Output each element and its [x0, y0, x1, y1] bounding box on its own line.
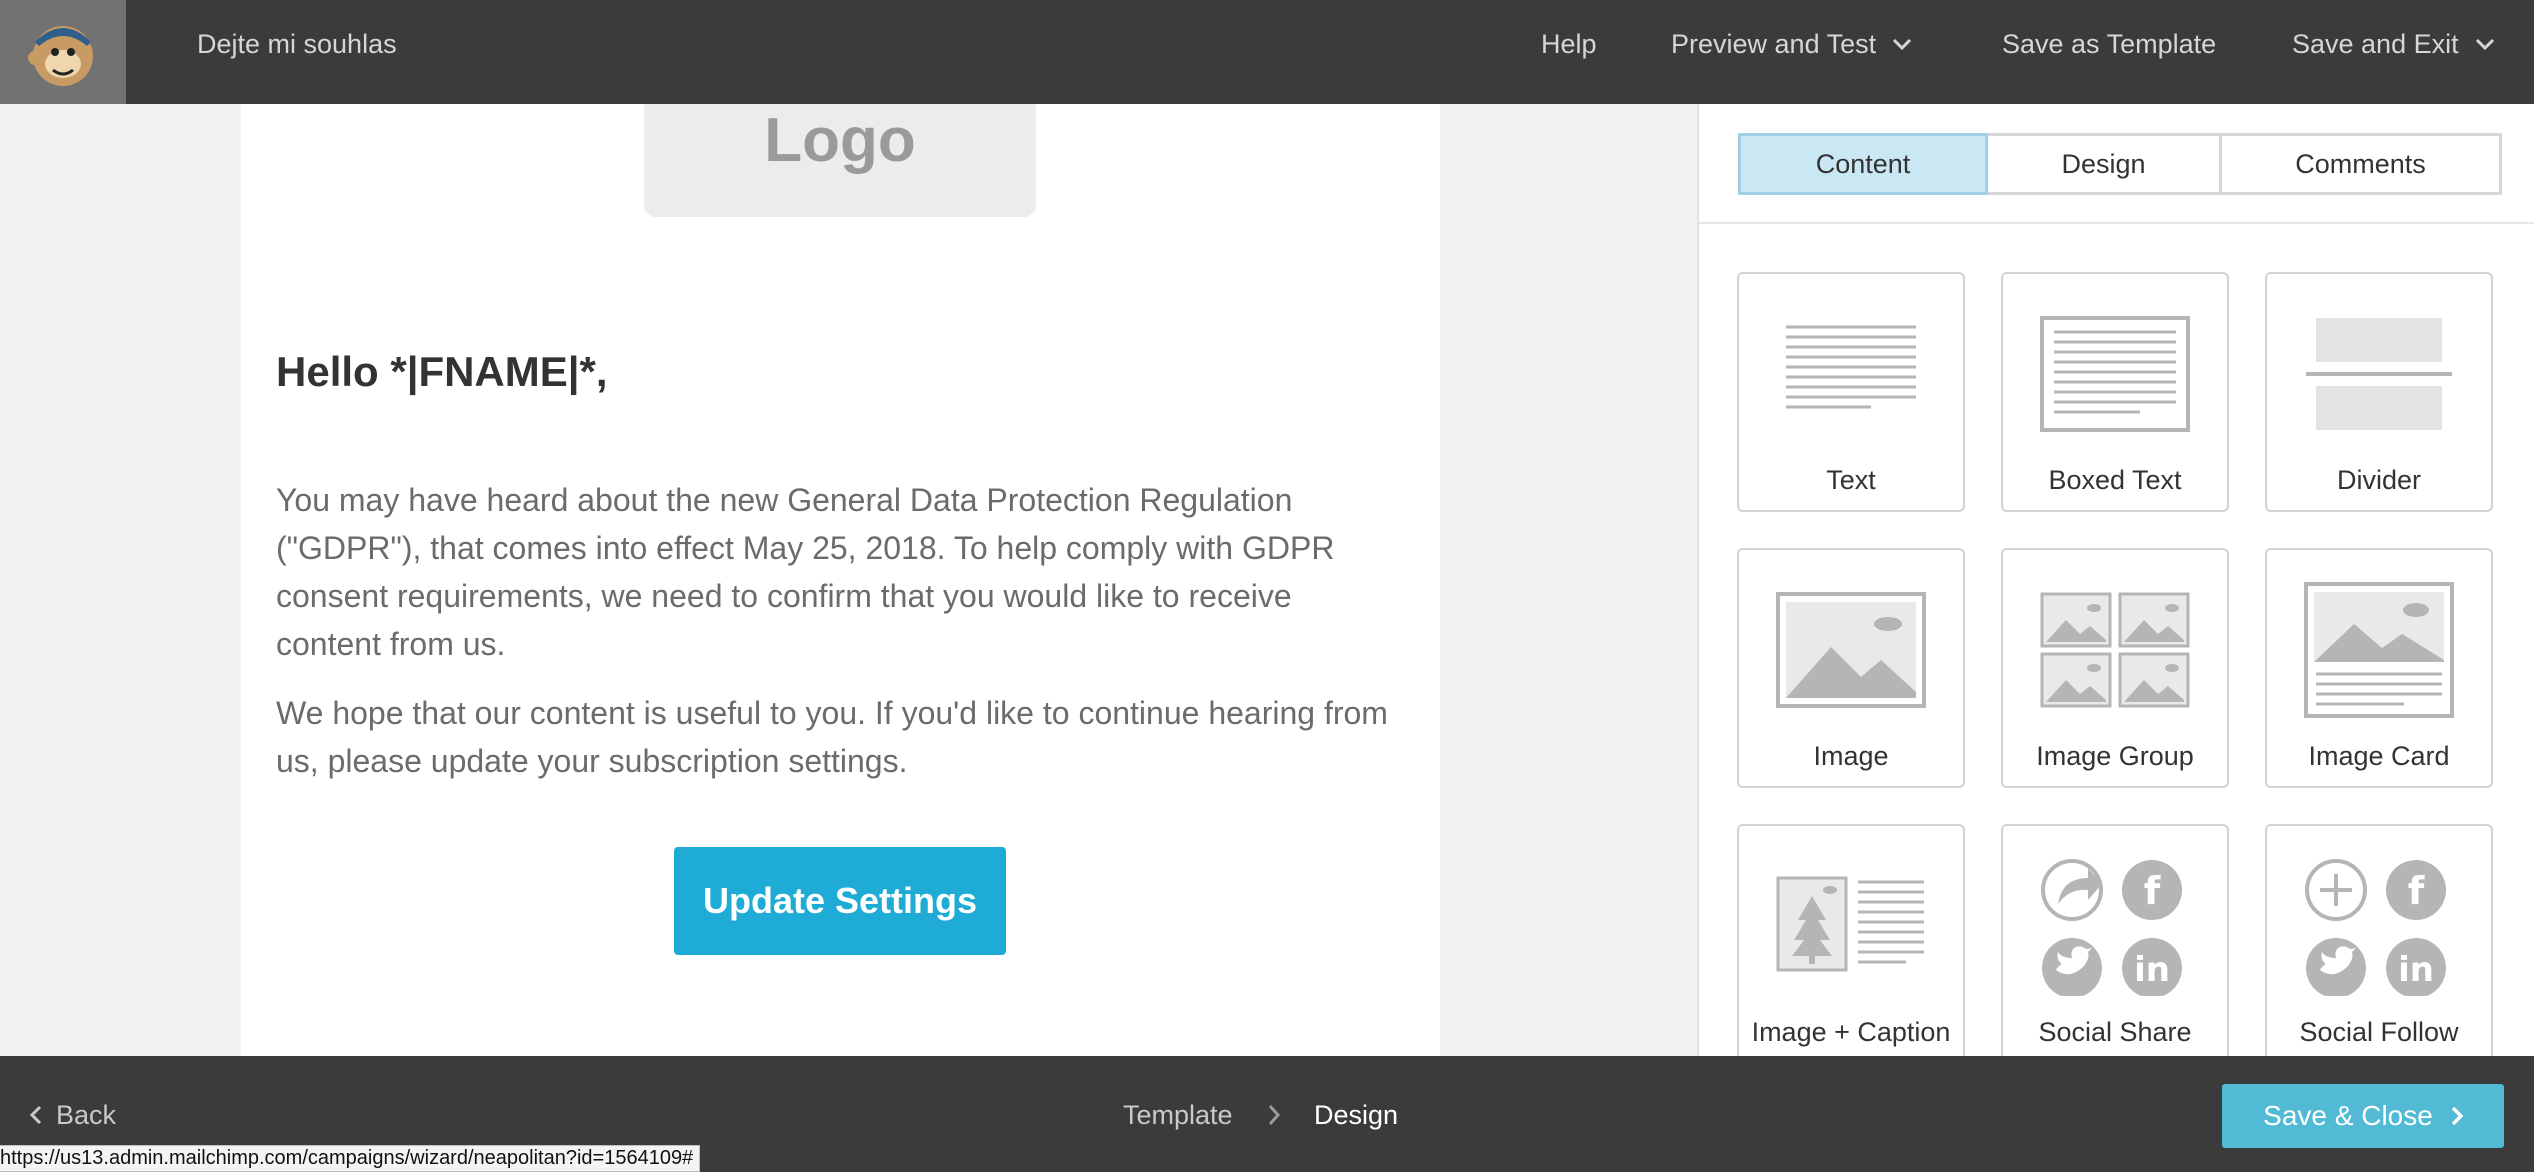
panel-divider [1699, 222, 2534, 224]
email-paragraph[interactable]: You may have heard about the new General… [276, 476, 1396, 668]
block-label: Boxed Text [2048, 465, 2182, 495]
email-paragraph[interactable]: We hope that our content is useful to yo… [276, 689, 1396, 785]
status-bar-url: https://us13.admin.mailchimp.com/campaig… [0, 1145, 701, 1172]
content-block-social-follow[interactable]: f in Social Follow [2265, 824, 2493, 1056]
image-card-block-icon [2267, 570, 2491, 730]
logo-placeholder[interactable]: Logo [644, 104, 1036, 217]
save-exit-label: Save and Exit [2292, 29, 2459, 59]
block-label: Social Follow [2299, 1017, 2459, 1047]
content-block-image-card[interactable]: Image Card [2265, 548, 2493, 788]
chevron-right-icon [1268, 1105, 1280, 1125]
divider-block-icon [2267, 294, 2491, 454]
svg-text:in: in [2398, 950, 2434, 990]
mailchimp-logo[interactable] [0, 0, 126, 104]
panel-tabs: Content Design Comments [1738, 133, 2502, 195]
breadcrumb-design: Design [1314, 1100, 1399, 1130]
tab-content[interactable]: Content [1738, 133, 1988, 195]
back-button[interactable]: Back [30, 1090, 116, 1140]
image-block-icon [1739, 570, 1963, 730]
svg-text:f: f [2144, 869, 2161, 913]
chevron-right-icon [2451, 1106, 2463, 1126]
content-block-text[interactable]: Text [1737, 272, 1965, 512]
campaign-title[interactable]: Dejte mi souhlas [197, 0, 397, 88]
content-block-divider[interactable]: Divider [2265, 272, 2493, 512]
email-canvas: Logo Hello *|FNAME|*, You may have heard… [0, 104, 1697, 1056]
image-caption-block-icon [1739, 846, 1963, 1006]
save-and-close-button[interactable]: Save & Close [2222, 1084, 2504, 1148]
chevron-left-icon [30, 1105, 42, 1125]
preview-label: Preview and Test [1671, 29, 1877, 59]
chevron-down-icon [2475, 38, 2494, 50]
content-block-image[interactable]: Image [1737, 548, 1965, 788]
save-close-label: Save & Close [2263, 1100, 2433, 1131]
svg-text:f: f [2408, 869, 2425, 913]
content-block-image-group[interactable]: Image Group [2001, 548, 2229, 788]
block-label: Divider [2336, 465, 2422, 495]
save-template-label: Save as Template [2002, 29, 2217, 59]
update-settings-button[interactable]: Update Settings [674, 847, 1006, 955]
save-and-exit-menu[interactable]: Save and Exit [2292, 0, 2495, 88]
content-panel: Content Design Comments Text Boxed Text … [1697, 104, 2534, 1056]
block-label: Social Share [2038, 1017, 2192, 1047]
image-group-block-icon [2003, 570, 2227, 730]
social-follow-block-icon: f in [2267, 846, 2491, 1006]
chevron-down-icon [1893, 38, 1912, 50]
help-label: Help [1541, 29, 1597, 59]
text-block-icon [1739, 294, 1963, 454]
tab-design[interactable]: Design [1985, 133, 2222, 195]
email-body: Logo Hello *|FNAME|*, You may have heard… [241, 104, 1440, 1056]
content-block-boxed-text[interactable]: Boxed Text [2001, 272, 2229, 512]
back-label: Back [56, 1099, 117, 1130]
content-block-image-caption[interactable]: Image + Caption [1737, 824, 1965, 1056]
boxed-text-block-icon [2003, 294, 2227, 454]
social-share-block-icon: f in [2003, 846, 2227, 1006]
logo-placeholder-text: Logo [764, 106, 916, 175]
preview-and-test-menu[interactable]: Preview and Test [1671, 0, 1912, 88]
tab-comments[interactable]: Comments [2219, 133, 2502, 195]
block-label: Image Card [2308, 741, 2450, 771]
svg-text:in: in [2134, 950, 2170, 990]
block-label: Image Group [2036, 741, 2194, 771]
breadcrumb-template[interactable]: Template [1123, 1090, 1233, 1140]
save-as-template-link[interactable]: Save as Template [2002, 0, 2216, 88]
block-label: Image + Caption [1751, 1017, 1951, 1047]
help-link[interactable]: Help [1541, 0, 1597, 88]
top-bar: Dejte mi souhlas Help Preview and Test S… [0, 0, 2534, 104]
block-label: Image [1813, 741, 1889, 771]
content-block-social-share[interactable]: f in Social Share [2001, 824, 2229, 1056]
monkey-icon [28, 26, 93, 86]
block-label: Text [1826, 465, 1876, 495]
email-greeting[interactable]: Hello *|FNAME|*, [276, 348, 608, 396]
